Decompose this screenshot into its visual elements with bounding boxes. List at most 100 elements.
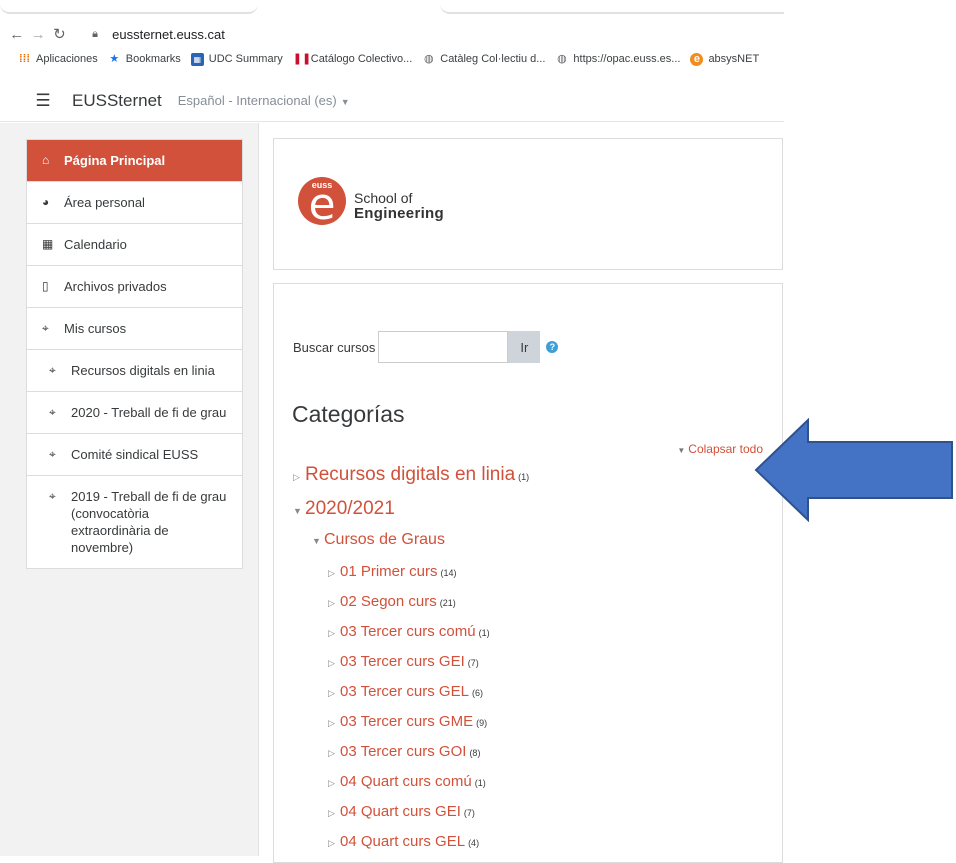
category-item[interactable]: ▷ 04 Quart curs GEI (7)	[328, 803, 475, 820]
bookmark-opac-euss[interactable]: ◍ https://opac.euss.es...	[555, 53, 680, 66]
caret-down-icon: ▼	[340, 97, 350, 107]
category-count: (7)	[467, 658, 479, 668]
category-count: (9)	[476, 718, 488, 728]
help-icon[interactable]: ?	[546, 341, 559, 353]
search-label: Buscar cursos	[293, 339, 376, 355]
graduation-cap-icon: ⌖	[42, 321, 49, 335]
browser-address-bar: ← → ↻ 🔒︎ eussternet.euss.cat	[0, 20, 784, 48]
caret-right-icon[interactable]: ▷	[328, 748, 340, 759]
bookmark-bookmarks[interactable]: ★ Bookmarks	[108, 52, 180, 66]
category-count: (8)	[469, 748, 481, 758]
sidebar-item-2020-treball[interactable]: ⌖ 2020 - Treball de fi de grau	[27, 392, 242, 434]
categories-heading: Categorías	[292, 401, 405, 427]
category-item[interactable]: ▷ 03 Tercer curs GEL (6)	[328, 683, 483, 700]
calendar-icon: ▦	[42, 237, 54, 251]
search-button[interactable]: Ir	[508, 331, 541, 363]
lock-icon: 🔒︎	[92, 27, 98, 40]
sidebar-item-2019-treball[interactable]: ⌖ 2019 - Treball de fi de grau (convocat…	[27, 476, 242, 568]
annotation-arrow	[754, 418, 953, 522]
category-item[interactable]: ▷ 01 Primer curs (14)	[328, 563, 457, 580]
caret-right-icon[interactable]: ▷	[328, 598, 340, 609]
caret-down-icon: ▼	[677, 446, 686, 455]
language-selector[interactable]: Español - Internacional (es) ▼	[178, 93, 350, 108]
category-item[interactable]: ▷ Recursos digitals en linia (1)	[293, 464, 529, 486]
category-label[interactable]: 03 Tercer curs comú	[340, 623, 476, 640]
hamburger-menu-icon[interactable]: ☰	[26, 85, 60, 117]
category-label[interactable]: 03 Tercer curs GEI	[340, 653, 465, 670]
bookmark-aplicaciones[interactable]: ⁞⁞⁞ Aplicaciones	[18, 53, 98, 66]
category-label[interactable]: 04 Quart curs comú	[340, 773, 472, 790]
reload-icon[interactable]: ↻	[49, 25, 70, 43]
category-item[interactable]: ▷ 03 Tercer curs GME (9)	[328, 713, 487, 730]
site-name[interactable]: EUSSternet	[72, 91, 162, 111]
category-item[interactable]: ▼ 2020/2021	[293, 498, 395, 520]
dashboard-icon: ◕	[42, 195, 50, 209]
sidebar-item-area-personal[interactable]: ◕ Área personal	[27, 182, 242, 224]
logo-card: euss e School of Engineering	[273, 138, 783, 270]
graduation-cap-icon: ⌖	[49, 447, 56, 461]
caret-right-icon[interactable]: ▷	[293, 472, 305, 483]
category-item[interactable]: ▷ 03 Tercer curs GEI (7)	[328, 653, 479, 670]
category-label[interactable]: 01 Primer curs	[340, 563, 438, 580]
category-label[interactable]: 2020/2021	[305, 498, 395, 520]
collapse-all-link[interactable]: ▼ Colapsar todo	[677, 442, 763, 456]
home-icon: ⌂	[42, 153, 50, 167]
category-count: (6)	[471, 688, 483, 698]
caret-right-icon[interactable]: ▷	[328, 568, 340, 579]
caret-down-icon[interactable]: ▼	[293, 506, 305, 516]
sidebar-item-mis-cursos[interactable]: ⌖ Mis cursos	[27, 308, 242, 350]
udc-icon: ▦	[190, 52, 204, 66]
nav-drawer: ⌂ Página Principal ◕ Área personal ▦ Cal…	[0, 123, 259, 856]
course-search-form: Buscar cursos Ir ?	[293, 331, 559, 363]
category-label[interactable]: Cursos de Graus	[324, 531, 445, 549]
category-item[interactable]: ▷ 02 Segon curs (21)	[328, 593, 456, 610]
star-icon: ★	[109, 52, 120, 65]
category-label[interactable]: 03 Tercer curs GEL	[340, 683, 469, 700]
caret-right-icon[interactable]: ▷	[328, 808, 340, 819]
category-label[interactable]: Recursos digitals en linia	[305, 464, 515, 486]
sidebar-item-comite-sindical[interactable]: ⌖ Comité sindical EUSS	[27, 434, 242, 476]
file-icon: ▯	[42, 279, 49, 293]
bookmark-catalogo-colectivo[interactable]: ❚❚ Catálogo Colectivo...	[293, 53, 413, 66]
forward-arrow-icon[interactable]: →	[27, 26, 48, 43]
category-label[interactable]: 04 Quart curs GEI	[340, 803, 461, 820]
euss-logo-mark: euss e	[298, 177, 346, 227]
search-input[interactable]	[378, 331, 509, 363]
bookmark-cataleg-collectiu[interactable]: ◍ Catàleg Col·lectiu d...	[422, 53, 545, 66]
category-label[interactable]: 03 Tercer curs GME	[340, 713, 473, 730]
nav-list: ⌂ Página Principal ◕ Área personal ▦ Cal…	[26, 139, 243, 569]
category-count: (21)	[439, 598, 456, 608]
catalogo-icon: ❚❚	[292, 52, 312, 65]
sidebar-item-archivos-privados[interactable]: ▯ Archivos privados	[27, 266, 242, 308]
category-label[interactable]: 04 Quart curs GEL	[340, 833, 465, 850]
graduation-cap-icon: ⌖	[49, 405, 56, 419]
caret-right-icon[interactable]: ▷	[328, 778, 340, 789]
category-item[interactable]: ▷ 04 Quart curs GEL (4)	[328, 833, 479, 850]
caret-right-icon[interactable]: ▷	[328, 628, 340, 639]
caret-right-icon[interactable]: ▷	[328, 688, 340, 699]
caret-right-icon[interactable]: ▷	[328, 658, 340, 669]
url-field[interactable]: 🔒︎ eussternet.euss.cat	[84, 22, 784, 46]
browser-tab-active[interactable]	[0, 0, 258, 14]
bookmark-udc-summary[interactable]: ▦ UDC Summary	[190, 52, 283, 66]
back-arrow-icon[interactable]: ←	[6, 26, 27, 43]
euss-logo[interactable]: euss e School of Engineering	[298, 175, 488, 235]
graduation-cap-icon: ⌖	[49, 489, 56, 503]
caret-right-icon[interactable]: ▷	[328, 838, 340, 849]
caret-down-icon[interactable]: ▼	[312, 536, 324, 546]
category-label[interactable]: 03 Tercer curs GOI	[340, 743, 466, 760]
sidebar-item-calendario[interactable]: ▦ Calendario	[27, 224, 242, 266]
bookmark-absysnet[interactable]: e absysNET	[690, 52, 759, 66]
category-item[interactable]: ▼ Cursos de Graus	[312, 531, 445, 549]
browser-tab-inactive[interactable]	[440, 0, 784, 14]
sidebar-item-recursos-digitals[interactable]: ⌖ Recursos digitals en linia	[27, 350, 242, 392]
category-count: (4)	[468, 838, 480, 848]
caret-right-icon[interactable]: ▷	[328, 718, 340, 729]
category-label[interactable]: 02 Segon curs	[340, 593, 437, 610]
category-item[interactable]: ▷ 03 Tercer curs comú (1)	[328, 623, 490, 640]
course-categories-card: Buscar cursos Ir ? Categorías ▼ Colapsar …	[273, 283, 783, 863]
sidebar-item-pagina-principal[interactable]: ⌂ Página Principal	[27, 140, 242, 182]
category-item[interactable]: ▷ 03 Tercer curs GOI (8)	[328, 743, 480, 760]
category-item[interactable]: ▷ 04 Quart curs comú (1)	[328, 773, 486, 790]
apps-grid-icon: ⁞⁞⁞	[19, 52, 30, 65]
